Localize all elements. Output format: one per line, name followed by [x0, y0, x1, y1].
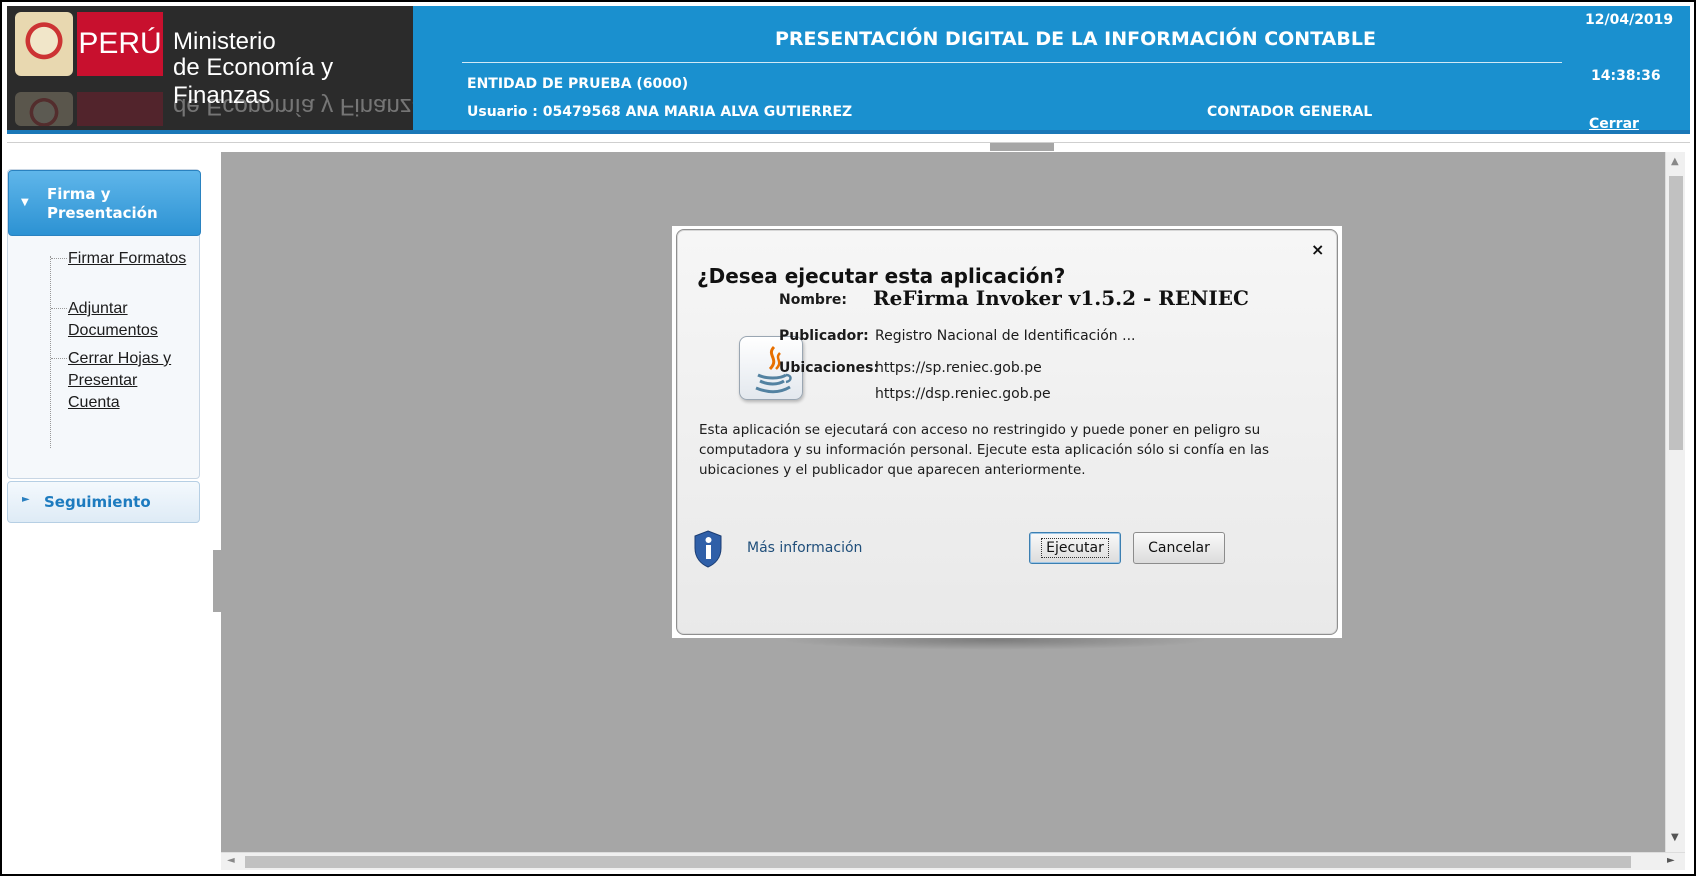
more-info-link[interactable]: Más información — [747, 540, 862, 556]
sidebar-item-adjuntar-documentos[interactable]: Adjuntar Documentos — [68, 298, 188, 342]
horizontal-scrollbar[interactable]: ◄ ► — [221, 852, 1685, 870]
close-icon[interactable]: × — [1311, 240, 1324, 259]
locations-label: Ubicaciones: — [779, 360, 880, 376]
scroll-up-icon[interactable]: ▲ — [1671, 156, 1679, 167]
header-underline — [7, 130, 1690, 134]
vertical-scrollbar[interactable]: ▲ ▼ — [1665, 152, 1685, 852]
entity-name: ENTIDAD DE PRUEBA (6000) — [467, 76, 689, 92]
sidebar: ▼ Firma y Presentación Firmar Formatos A… — [7, 169, 201, 869]
sidebar-item-firmar-formatos[interactable]: Firmar Formatos — [68, 248, 188, 270]
tree-connector — [51, 258, 67, 259]
header-date: 12/04/2019 — [1585, 12, 1674, 28]
vertical-scroll-thumb[interactable] — [1669, 176, 1683, 450]
app-title: PRESENTACIÓN DIGITAL DE LA INFORMACIÓN C… — [775, 28, 1376, 50]
run-button[interactable]: Ejecutar — [1029, 532, 1121, 564]
sidebar-item-cerrar-hojas[interactable]: Cerrar Hojas y Presentar Cuenta — [68, 348, 188, 414]
peru-seal-icon — [15, 12, 73, 76]
peru-label-reflection — [77, 92, 163, 126]
cancel-button[interactable]: Cancelar — [1133, 532, 1225, 564]
user-role: CONTADOR GENERAL — [1207, 104, 1373, 120]
ministry-logo: PERÚ Ministerio de Economía y Finanzas d… — [7, 6, 413, 130]
name-label: Nombre: — [779, 292, 847, 308]
tree-connector — [51, 358, 67, 359]
scroll-right-icon[interactable]: ► — [1667, 855, 1675, 866]
sidebar-panel-firma: ▼ Firma y Presentación Firmar Formatos A… — [7, 169, 201, 479]
page-header: PERÚ Ministerio de Economía y Finanzas d… — [7, 6, 1690, 148]
sidebar-section-label: Seguimiento — [44, 493, 151, 511]
content-top-tab — [990, 143, 1054, 151]
header-divider — [462, 62, 1562, 63]
sidebar-section-label: Firma y Presentación — [47, 185, 158, 222]
dialog-title: ¿Desea ejecutar esta aplicación? — [697, 264, 1066, 288]
security-warning-text: Esta aplicación se ejecutará con acceso … — [699, 422, 1269, 478]
publisher-label: Publicador: — [779, 328, 869, 344]
tree-guide-line — [50, 256, 51, 448]
header-separator — [7, 142, 1690, 143]
horizontal-scroll-thumb[interactable] — [245, 856, 1631, 868]
sidebar-section-firma[interactable]: ▼ Firma y Presentación — [8, 170, 201, 236]
publisher-value: Registro Nacional de Identificación ... — [875, 328, 1136, 344]
location-1: https://sp.reniec.gob.pe — [875, 360, 1042, 376]
header-time: 14:38:36 — [1591, 68, 1661, 84]
peru-label: PERÚ — [77, 12, 163, 76]
peru-seal-reflection — [15, 92, 73, 126]
info-shield-icon — [694, 530, 722, 568]
location-2: https://dsp.reniec.gob.pe — [875, 386, 1051, 402]
caret-right-icon: ► — [22, 494, 30, 505]
run-button-label: Ejecutar — [1041, 538, 1109, 558]
ministry-name-line1: Ministerio — [173, 28, 276, 55]
ministry-name-reflection: de Economía y Finanzas — [173, 93, 413, 120]
content-left-notch — [213, 550, 221, 612]
scroll-down-icon[interactable]: ▼ — [1671, 832, 1679, 843]
caret-down-icon: ▼ — [21, 197, 29, 208]
application-name: ReFirma Invoker v1.5.2 - RENIEC — [873, 286, 1249, 310]
security-dialog: × ¿Desea ejecutar esta aplicación? Nombr… — [676, 229, 1338, 635]
scroll-left-icon[interactable]: ◄ — [227, 855, 235, 866]
sidebar-section-seguimiento[interactable]: ► Seguimiento — [7, 481, 200, 523]
user-info: Usuario : 05479568 ANA MARIA ALVA GUTIER… — [467, 104, 853, 120]
tree-connector — [51, 308, 67, 309]
